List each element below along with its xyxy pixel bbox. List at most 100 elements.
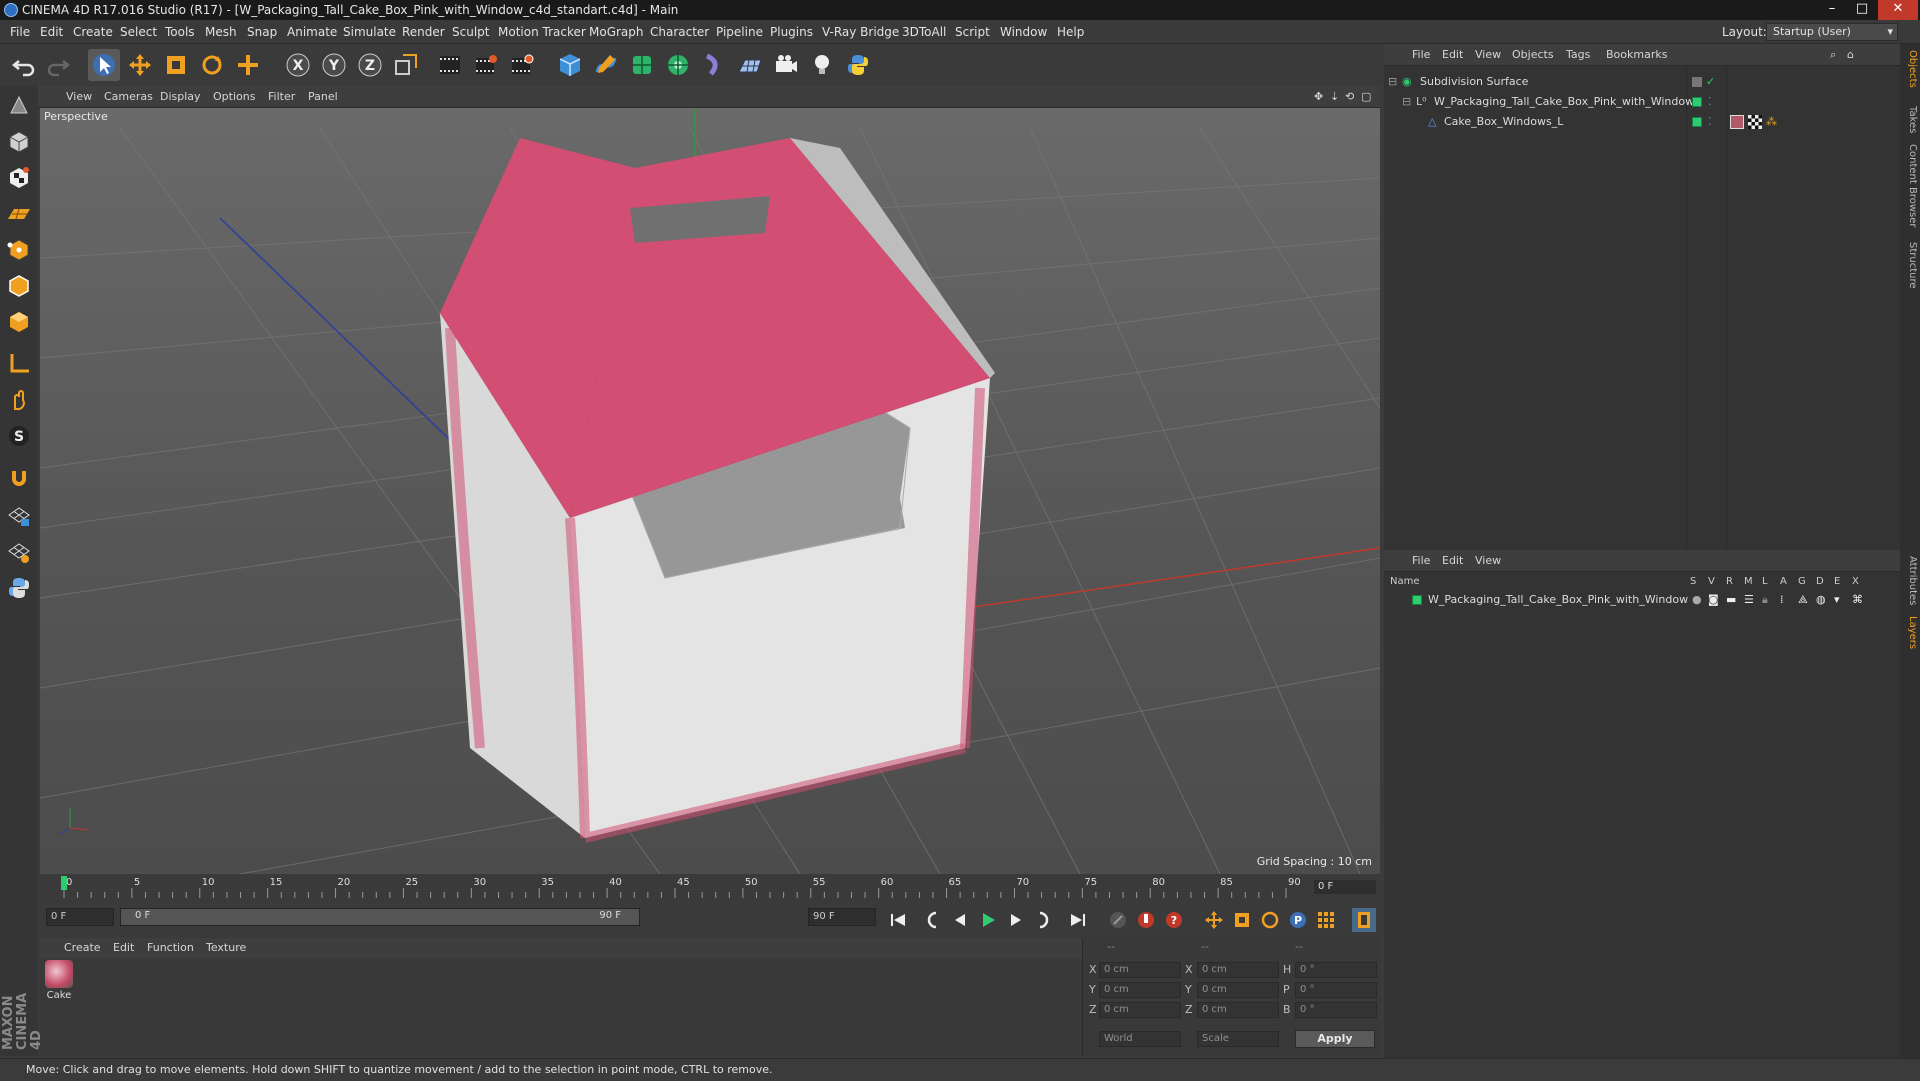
tab-objects[interactable]: Objects — [1902, 50, 1918, 88]
coord-scale-select[interactable]: Scale — [1197, 1031, 1279, 1047]
menu-motion-tracker[interactable]: Motion Tracker — [498, 20, 586, 44]
menu-create[interactable]: Create — [73, 20, 113, 44]
object-row[interactable]: ⊟ L⁰ W_Packaging_Tall_Cake_Box_Pink_with… — [1384, 92, 1900, 112]
size-z-field[interactable]: 0 cm — [1197, 1002, 1279, 1018]
om-menu-edit[interactable]: Edit — [1442, 44, 1463, 66]
current-frame-field[interactable]: 0 F — [1314, 880, 1376, 894]
collapse-icon[interactable]: ⊟ — [1402, 92, 1411, 112]
uvw-tag-icon[interactable]: ⁂ — [1766, 112, 1777, 132]
timeline-ruler[interactable]: 0 5 10 15 20 25 30 35 40 45 50 55 60 65 70 75 80 85 90 0 F — [40, 874, 1380, 898]
move-plus-icon[interactable] — [232, 49, 264, 81]
layer-color-swatch[interactable] — [1692, 97, 1702, 107]
solo-toggle-icon[interactable]: ● — [1692, 590, 1702, 610]
menu-mograph[interactable]: MoGraph — [589, 20, 644, 44]
go-to-start-icon[interactable] — [886, 908, 910, 932]
om-menu-bookmarks[interactable]: Bookmarks — [1606, 44, 1667, 66]
view-toggle-icon[interactable]: ◙ — [1708, 590, 1719, 610]
menu-vray-bridge[interactable]: V-Ray Bridge — [822, 20, 899, 44]
menu-window[interactable]: Window — [1000, 20, 1047, 44]
home-icon[interactable]: ⌂ — [1847, 44, 1854, 66]
camera-icon[interactable] — [770, 49, 802, 81]
expression-toggle-icon[interactable]: ▾ — [1834, 590, 1840, 610]
texture-mode-icon[interactable] — [3, 162, 35, 194]
visibility-dots-icon[interactable]: ⁚ — [1708, 92, 1712, 112]
start-frame-field[interactable]: 0 F — [46, 908, 114, 926]
workplane-icon[interactable] — [3, 198, 35, 230]
polygons-mode-icon[interactable] — [3, 306, 35, 338]
python-script-icon[interactable] — [3, 572, 35, 604]
python-icon[interactable] — [842, 49, 874, 81]
light-icon[interactable] — [806, 49, 838, 81]
menu-select[interactable]: Select — [120, 20, 157, 44]
render-settings-icon[interactable] — [506, 49, 538, 81]
end-frame-field[interactable]: 90 F — [808, 908, 876, 926]
material-swatch-cake[interactable]: Cake — [44, 960, 74, 1006]
viewport-nav-move-icon[interactable]: ✥ — [1314, 86, 1323, 108]
make-editable-icon[interactable] — [3, 90, 35, 122]
grid-snap-icon[interactable] — [3, 536, 35, 568]
collapse-icon[interactable]: ⊟ — [1388, 72, 1397, 92]
tab-attributes[interactable]: Attributes — [1902, 556, 1918, 605]
mat-menu-edit[interactable]: Edit — [113, 938, 134, 958]
menu-sculpt[interactable]: Sculpt — [452, 20, 489, 44]
menu-3dtoall[interactable]: 3DToAll — [902, 20, 946, 44]
position-z-field[interactable]: 0 cm — [1099, 1002, 1181, 1018]
model-mode-icon[interactable] — [3, 126, 35, 158]
go-to-end-icon[interactable] — [1066, 908, 1090, 932]
select-arrow-icon[interactable] — [88, 49, 120, 81]
axis-mode-icon[interactable] — [3, 348, 35, 380]
frame-range-slider[interactable]: 0 F 90 F — [120, 908, 640, 926]
pen-spline-icon[interactable] — [590, 49, 622, 81]
om-menu-file[interactable]: File — [1412, 44, 1430, 66]
rotation-p-field[interactable]: 0 ° — [1295, 982, 1377, 998]
enabled-check-icon[interactable]: ✓ — [1706, 72, 1715, 92]
layout-select[interactable]: Startup (User) ▾ — [1766, 23, 1898, 41]
key-scale-icon[interactable] — [1230, 908, 1254, 932]
playhead[interactable] — [61, 876, 67, 890]
viewport-nav-zoom-icon[interactable]: ⇣ — [1330, 86, 1339, 108]
array-icon[interactable] — [662, 49, 694, 81]
tweak-icon[interactable] — [3, 384, 35, 416]
render-toggle-icon[interactable]: ▬ — [1726, 590, 1736, 610]
position-y-field[interactable]: 0 cm — [1099, 982, 1181, 998]
menu-edit[interactable]: Edit — [40, 20, 63, 44]
animation-toggle-icon[interactable]: ⁞ — [1780, 590, 1784, 610]
menu-snap[interactable]: Snap — [247, 20, 277, 44]
floor-icon[interactable] — [734, 49, 766, 81]
layer-color-swatch[interactable] — [1412, 595, 1422, 605]
object-row[interactable]: ⊟ ◉ Subdivision Surface ✓ — [1384, 72, 1900, 92]
menu-pipeline[interactable]: Pipeline — [716, 20, 763, 44]
apply-button[interactable]: Apply — [1295, 1030, 1375, 1048]
z-axis-icon[interactable]: Z — [354, 49, 386, 81]
vp-menu-options[interactable]: Options — [213, 86, 255, 108]
layer-row[interactable]: W_Packaging_Tall_Cake_Box_Pink_with_Wind… — [1384, 590, 1900, 610]
tab-takes[interactable]: Takes — [1902, 106, 1918, 133]
size-x-field[interactable]: 0 cm — [1197, 962, 1279, 978]
menu-script[interactable]: Script — [955, 20, 990, 44]
viewport-maximize-icon[interactable]: ▢ — [1361, 86, 1371, 108]
tab-layers[interactable]: Layers — [1902, 616, 1918, 649]
previous-key-icon[interactable] — [920, 908, 944, 932]
position-x-field[interactable]: 0 cm — [1099, 962, 1181, 978]
deformer-toggle-icon[interactable]: ◍ — [1816, 590, 1826, 610]
edges-mode-icon[interactable] — [3, 270, 35, 302]
vp-menu-display[interactable]: Display — [160, 86, 201, 108]
key-grid-icon[interactable] — [1314, 908, 1338, 932]
om-menu-tags[interactable]: Tags — [1566, 44, 1590, 66]
mat-menu-texture[interactable]: Texture — [206, 938, 246, 958]
coord-mode-select[interactable]: World — [1099, 1031, 1181, 1047]
menu-render[interactable]: Render — [402, 20, 445, 44]
vp-menu-panel[interactable]: Panel — [308, 86, 338, 108]
points-mode-icon[interactable] — [3, 234, 35, 266]
layer-color-swatch[interactable] — [1692, 117, 1702, 127]
coordinate-system-icon[interactable] — [390, 49, 422, 81]
minimize-button[interactable]: – — [1818, 0, 1846, 20]
texture-tag-icon[interactable] — [1748, 115, 1762, 129]
object-row[interactable]: △ Cake_Box_Windows_L ⁚ ⁂ — [1384, 112, 1900, 132]
menu-character[interactable]: Character — [650, 20, 709, 44]
key-param-icon[interactable]: P — [1286, 908, 1310, 932]
next-frame-icon[interactable] — [1004, 908, 1028, 932]
y-axis-icon[interactable]: Y — [318, 49, 350, 81]
record-icon[interactable] — [1134, 908, 1158, 932]
xref-toggle-icon[interactable]: ⌘ — [1852, 590, 1863, 610]
